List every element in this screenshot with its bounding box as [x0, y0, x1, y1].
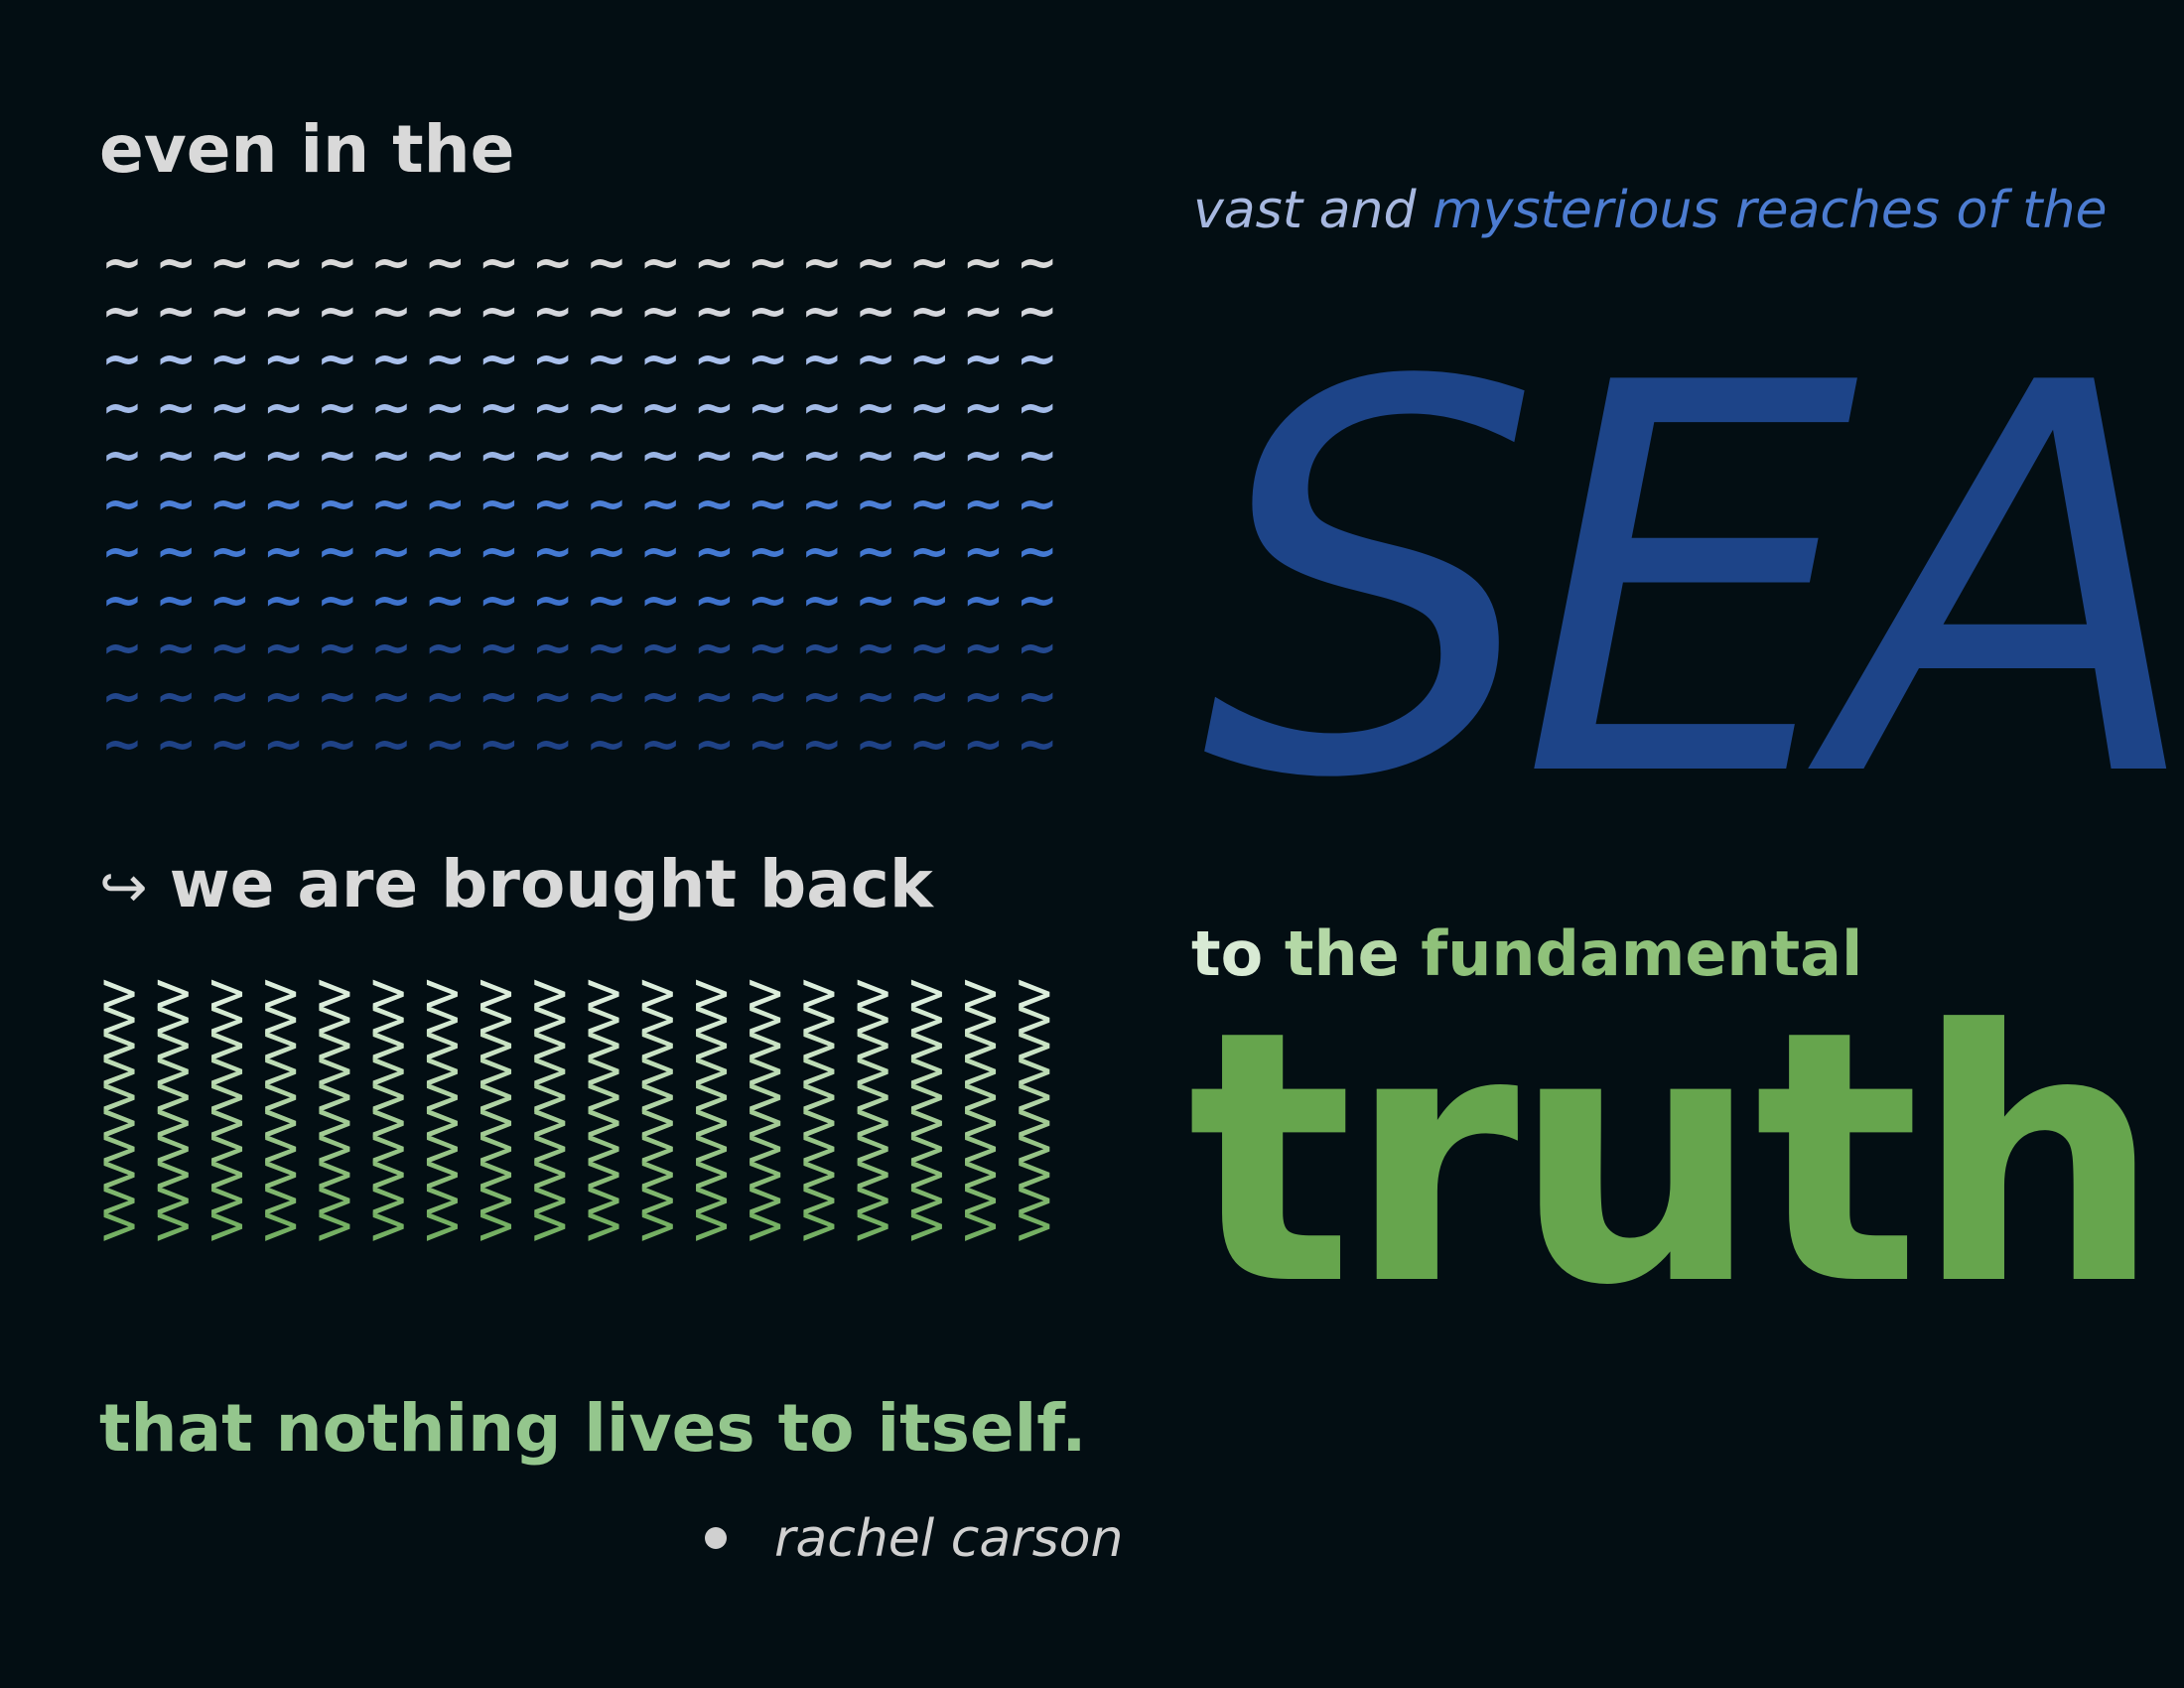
quote-poster: even in the ~~~~~~~~~~~~~~~~~~ ~~~~~~~~~~…	[0, 0, 2184, 1688]
wave-row: ~~~~~~~~~~~~~~~~~~	[101, 479, 1070, 528]
line-vast-and-mysterious: vast and mysterious reaches of the	[1193, 185, 2108, 236]
wave-row: ~~~~~~~~~~~~~~~~~~	[101, 671, 1070, 721]
vast-prefix: vast and	[1193, 181, 1417, 240]
line-brought-back: ↪ we are brought back	[99, 852, 933, 917]
author-name: rachel carson	[774, 1509, 1124, 1569]
wave-pattern: ~~~~~~~~~~~~~~~~~~ ~~~~~~~~~~~~~~~~~~ ~~~~…	[101, 238, 1074, 769]
wave-row: ~~~~~~~~~~~~~~~~~~	[101, 238, 1070, 287]
return-arrow-icon: ↪	[99, 853, 148, 920]
wave-row: ~~~~~~~~~~~~~~~~~~	[101, 624, 1070, 672]
wave-row: ~~~~~~~~~~~~~~~~~~	[101, 431, 1070, 480]
attribution: rachel carson	[705, 1513, 1123, 1565]
wave-row: ~~~~~~~~~~~~~~~~~~	[101, 575, 1070, 625]
chevron-pattern: >>>>>>>>>>>>>>>>>> >>>>>>>>>>>>>>>>>> >>>>…	[101, 963, 1074, 1260]
chevron-row: >>>>>>>>>>>>>>>>>>	[101, 1191, 1070, 1260]
brought-back-text: we are brought back	[169, 846, 933, 922]
wave-row: ~~~~~~~~~~~~~~~~~~	[101, 720, 1070, 769]
wave-row: ~~~~~~~~~~~~~~~~~~	[101, 527, 1070, 576]
wave-row: ~~~~~~~~~~~~~~~~~~	[101, 335, 1070, 383]
wave-row: ~~~~~~~~~~~~~~~~~~	[101, 382, 1070, 432]
bullet-icon	[705, 1527, 727, 1549]
vast-accent: mysterious reaches of the	[1433, 181, 2108, 240]
wave-row: ~~~~~~~~~~~~~~~~~~	[101, 286, 1070, 336]
truth-word: truth	[1187, 956, 2162, 1361]
line-even-in-the: even in the	[99, 111, 515, 188]
sea-word: SEA	[1201, 272, 2184, 896]
line-nothing-lives: that nothing lives to itself.	[99, 1390, 1087, 1467]
